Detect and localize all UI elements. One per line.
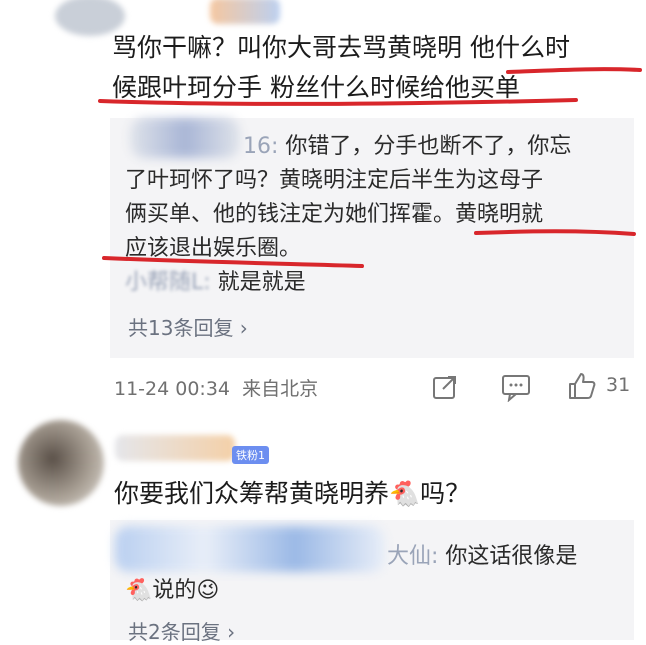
underline-2 — [98, 98, 578, 106]
underline-3 — [474, 229, 636, 236]
underline-1 — [506, 67, 642, 74]
underline-4 — [102, 256, 364, 268]
red-underline-annotations — [98, 67, 642, 268]
